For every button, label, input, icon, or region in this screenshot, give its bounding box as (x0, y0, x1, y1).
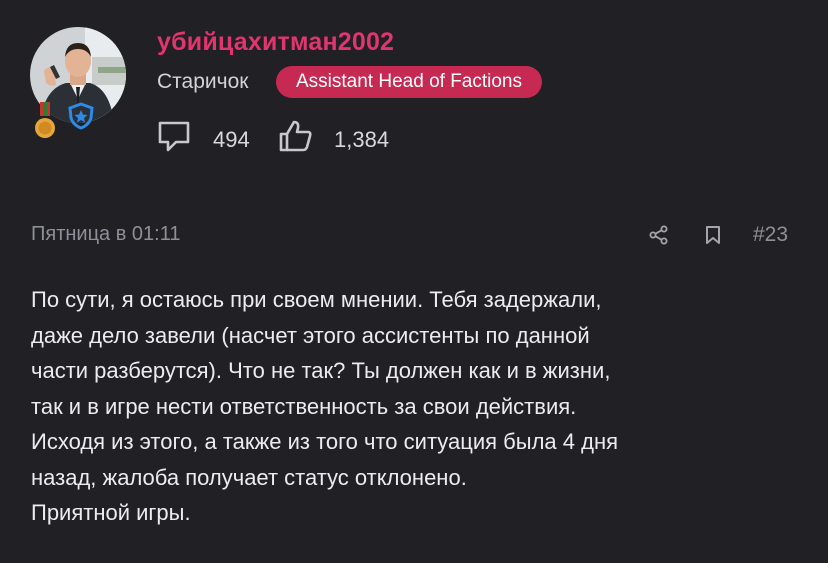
messages-icon (158, 121, 190, 152)
reactions-count: 1,384 (334, 127, 390, 152)
shield-star-icon (68, 102, 94, 130)
post-text-line: даже дело завели (насчет этого ассистент… (31, 322, 590, 348)
post-number-link[interactable]: #23 (753, 223, 788, 247)
post-text-line: Приятной игры. (31, 500, 191, 525)
share-icon[interactable] (649, 225, 669, 245)
post-text-line: По сути, я остаюсь при своем мнении. Теб… (31, 287, 602, 312)
post-text-line: так и в игре нести ответственность за св… (31, 393, 577, 419)
post-text-line: части разберутся). Что не так? Ты должен… (31, 358, 611, 383)
author-username[interactable]: убийцахитман2002 (157, 28, 394, 57)
thumbs-up-icon (279, 120, 312, 152)
post-body: По сути, я остаюсь при своем мнении. Теб… (31, 282, 811, 531)
bookmark-icon[interactable] (704, 225, 722, 245)
post-text-line: Исходя из этого, а также из того что сит… (31, 429, 619, 454)
post-date[interactable]: Пятница в 01:11 (31, 223, 180, 246)
medal-icon (35, 102, 55, 138)
post-text-line: назад, жалоба получает статус отклонено. (31, 464, 467, 490)
author-role-badge: Assistant Head of Factions (276, 66, 542, 98)
author-rank: Старичок (157, 70, 249, 93)
messages-count: 494 (213, 127, 250, 152)
